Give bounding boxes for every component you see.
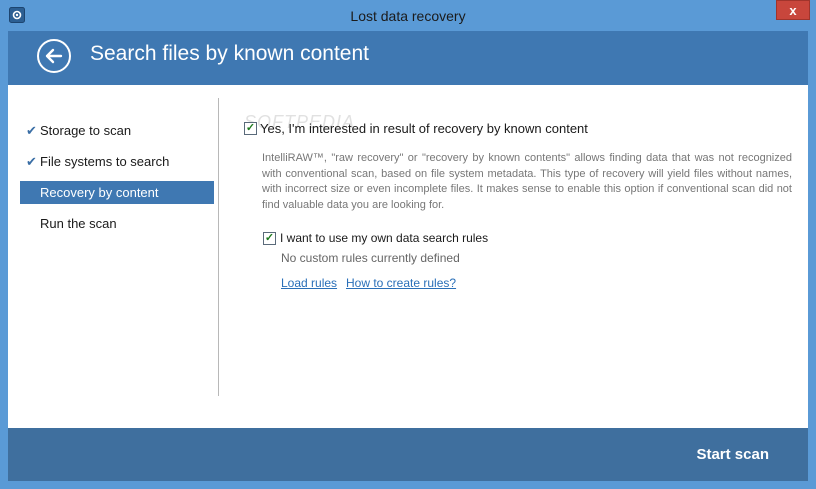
content-panel: ✔ Storage to scan ✔ File systems to sear… [8, 85, 808, 428]
checkmark-icon: ✔ [26, 154, 37, 169]
start-scan-button[interactable]: Start scan [696, 446, 769, 463]
description-text: IntelliRAW™, "raw recovery" or "recovery… [262, 152, 792, 211]
custom-rules-label[interactable]: I want to use my own data search rules [280, 231, 488, 245]
sidebar-item-storage[interactable]: ✔ Storage to scan [20, 119, 214, 142]
footer-bar: Start scan [8, 428, 808, 481]
app-window: Lost data recovery x Search files by kno… [0, 0, 816, 489]
sidebar-item-label: Recovery by content [40, 185, 159, 200]
title-bar[interactable]: Lost data recovery x [0, 0, 816, 32]
checkmark-icon: ✔ [26, 123, 37, 138]
back-button[interactable] [37, 39, 71, 73]
wizard-sidebar: ✔ Storage to scan ✔ File systems to sear… [20, 119, 214, 243]
checkmark-icon: ✓ [245, 122, 256, 134]
custom-rules-checkbox[interactable]: ✓ [263, 232, 276, 245]
window-title: Lost data recovery [350, 8, 466, 24]
no-rules-status: No custom rules currently defined [281, 251, 460, 265]
page-header: Search files by known content [8, 31, 808, 85]
load-rules-link[interactable]: Load rules [281, 276, 337, 290]
sidebar-divider [218, 98, 219, 396]
checkmark-icon: ✓ [264, 232, 275, 244]
page-title: Search files by known content [90, 42, 369, 65]
sidebar-item-recovery-by-content[interactable]: Recovery by content [20, 181, 214, 204]
sidebar-item-label: Storage to scan [40, 123, 132, 138]
sidebar-item-label: File systems to search [40, 154, 170, 169]
close-button[interactable]: x [776, 0, 810, 20]
close-icon[interactable]: x [789, 4, 796, 17]
sidebar-item-run-scan[interactable]: Run the scan [20, 212, 214, 235]
recovery-by-content-label[interactable]: Yes, I'm interested in result of recover… [260, 121, 588, 136]
back-arrow-icon[interactable] [45, 48, 63, 64]
sidebar-item-file-systems[interactable]: ✔ File systems to search [20, 150, 214, 173]
recovery-by-content-checkbox[interactable]: ✓ [244, 122, 257, 135]
sidebar-item-label: Run the scan [40, 216, 117, 231]
how-to-create-rules-link[interactable]: How to create rules? [346, 276, 456, 290]
